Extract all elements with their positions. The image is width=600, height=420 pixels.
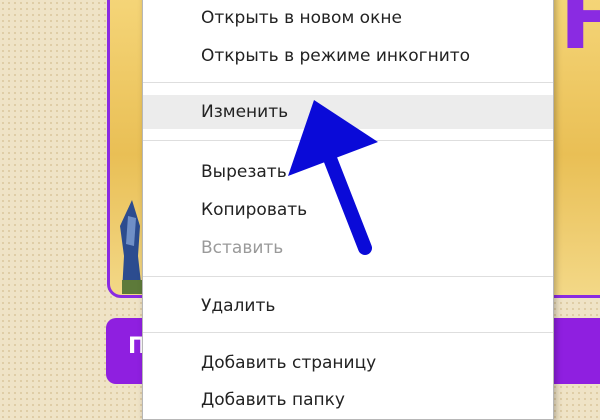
arrow-pointer-icon (288, 100, 378, 255)
